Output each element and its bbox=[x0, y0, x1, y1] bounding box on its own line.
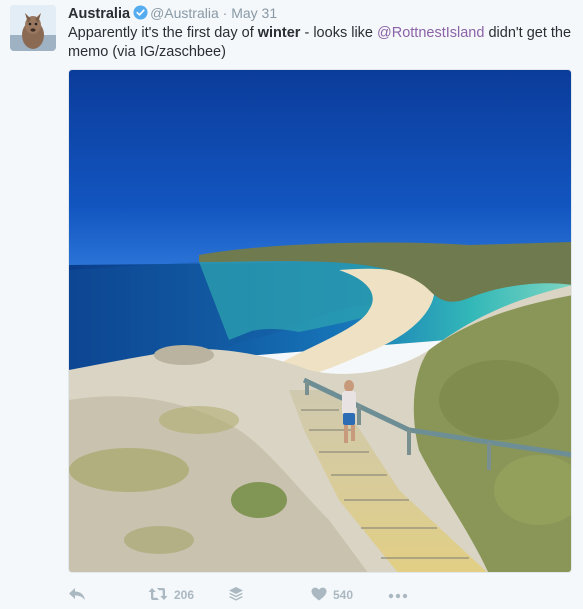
like-count: 540 bbox=[333, 588, 354, 602]
tweet-actions: 206 540 bbox=[68, 585, 583, 605]
tweet-text-part: Apparently it's the first day of bbox=[68, 25, 258, 41]
author-name[interactable]: Australia bbox=[68, 6, 130, 22]
tweet-text-part: - looks like bbox=[300, 25, 378, 41]
reply-icon bbox=[68, 587, 86, 604]
tweet-card: Australia @Australia · May 31 Apparently … bbox=[0, 0, 583, 609]
heart-icon bbox=[311, 587, 327, 604]
author-handle[interactable]: @Australia bbox=[150, 5, 219, 21]
tweet-text: Apparently it's the first day of winter … bbox=[68, 24, 573, 62]
buffer-button[interactable] bbox=[228, 585, 244, 605]
more-button[interactable] bbox=[388, 585, 408, 605]
retweet-button[interactable]: 206 bbox=[148, 585, 194, 605]
verified-badge-icon bbox=[133, 5, 148, 24]
retweet-count: 206 bbox=[174, 588, 195, 602]
separator: · bbox=[222, 5, 228, 21]
avatar[interactable] bbox=[10, 5, 56, 51]
tweet-header: Australia @Australia · May 31 bbox=[68, 4, 573, 24]
tweet-date[interactable]: May 31 bbox=[231, 5, 277, 21]
more-dots-icon bbox=[388, 588, 408, 602]
mention-link[interactable]: @RottnestIsland bbox=[377, 25, 484, 41]
like-button[interactable]: 540 bbox=[311, 585, 353, 605]
stack-icon bbox=[228, 586, 244, 605]
reply-button[interactable] bbox=[68, 585, 86, 605]
tweet-photo[interactable] bbox=[68, 69, 572, 573]
tweet-text-bold: winter bbox=[257, 25, 301, 41]
retweet-icon bbox=[148, 587, 168, 604]
